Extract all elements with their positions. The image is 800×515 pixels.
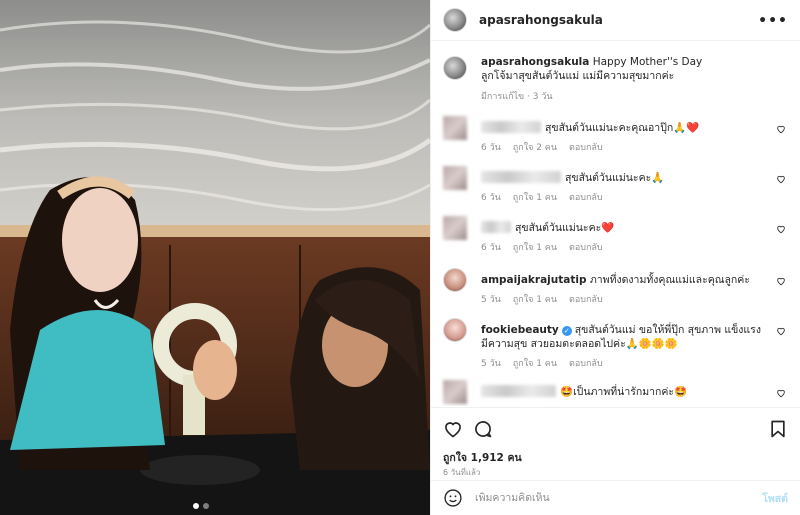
reply-link[interactable]: ตอบกลับ	[569, 292, 603, 306]
post-caption: apasrahongsakula Happy Mother''s Day ลูก…	[431, 42, 800, 104]
reply-link[interactable]: ตอบกลับ	[569, 190, 603, 204]
commenter-avatar[interactable]	[443, 380, 467, 404]
emoji-icon[interactable]	[443, 488, 463, 508]
heart-icon[interactable]	[776, 388, 786, 398]
heart-icon[interactable]	[776, 276, 786, 286]
comments-list[interactable]: apasrahongsakula Happy Mother''s Day ลูก…	[431, 42, 800, 406]
post-photo[interactable]	[0, 0, 430, 515]
caption-username[interactable]: apasrahongsakula	[481, 56, 589, 68]
comment-username[interactable]: fookiebeauty	[481, 324, 559, 336]
caption-line-1: Happy Mother''s Day	[592, 56, 703, 68]
heart-icon[interactable]	[443, 419, 463, 439]
carousel-dot-2[interactable]	[203, 503, 209, 509]
comment-username[interactable]: ampaijakrajutatip	[481, 274, 586, 286]
comment-text: สุขสันต์วันแม่นะคะ🙏	[565, 172, 665, 184]
commenter-avatar[interactable]	[443, 268, 467, 292]
post-actions: ถูกใจ 1,912 คน 6 วันที่แล้ว	[431, 407, 800, 479]
comment-input[interactable]	[475, 492, 745, 504]
comment-text: 🤩เป็นภาพที่น่ารักมากค่ะ🤩	[560, 386, 688, 398]
comment-text: ภาพที่งดงามทั้งคุณแม่และคุณลูกค่ะ	[589, 274, 750, 286]
reply-link[interactable]: ตอบกลับ	[569, 240, 603, 254]
reply-link[interactable]: ตอบกลับ	[569, 356, 603, 370]
more-options-icon[interactable]: •••	[758, 13, 788, 29]
heart-icon[interactable]	[776, 124, 786, 134]
caption-line-2: ลูกโจ้มาสุขสันต์วันแม่ แม่มีความสุขมากค่…	[481, 70, 675, 82]
caption-avatar[interactable]	[443, 56, 467, 80]
comment-likes[interactable]: ถูกใจ 2 คน	[513, 140, 557, 154]
comment-time[interactable]: 6 วัน	[481, 240, 501, 254]
avatar[interactable]	[443, 8, 467, 32]
post-date[interactable]: 6 วันที่แล้ว	[443, 466, 480, 479]
blurred-username	[481, 385, 556, 397]
heart-icon[interactable]	[776, 174, 786, 184]
commenter-avatar[interactable]	[443, 166, 467, 190]
commenter-avatar[interactable]	[443, 116, 467, 140]
header-username[interactable]: apasrahongsakula	[479, 13, 603, 27]
heart-icon[interactable]	[776, 326, 786, 336]
comment-likes[interactable]: ถูกใจ 1 คน	[513, 190, 557, 204]
blurred-username	[481, 221, 511, 233]
post-button[interactable]: โพสต์	[762, 490, 788, 507]
comment-text: สุขสันต์วันแม่นะคะคุณอาปุ๊ก🙏❤️	[545, 122, 700, 134]
comment-time[interactable]: 6 วัน	[481, 190, 501, 204]
verified-badge-icon: ✓	[561, 326, 572, 336]
bookmark-icon[interactable]	[768, 419, 788, 439]
comment-time[interactable]: 5 วัน	[481, 292, 501, 306]
blurred-username	[481, 121, 541, 133]
post-photo-illustration	[0, 0, 430, 515]
blurred-username	[481, 171, 561, 183]
comment-likes[interactable]: ถูกใจ 1 คน	[513, 292, 557, 306]
comment-icon[interactable]	[473, 419, 493, 439]
comment-likes[interactable]: ถูกใจ 1 คน	[513, 240, 557, 254]
caption-meta: มีการแก้ไข · 3 วัน	[481, 92, 553, 102]
heart-icon[interactable]	[776, 224, 786, 234]
carousel-dot-1[interactable]	[193, 503, 199, 509]
carousel-dots[interactable]	[193, 503, 209, 509]
commenter-avatar[interactable]	[443, 216, 467, 240]
post-side-panel: apasrahongsakula ••• apasrahongsakula Ha…	[430, 0, 800, 515]
comment-time[interactable]: 5 วัน	[481, 356, 501, 370]
add-comment-bar: โพสต์	[431, 480, 800, 515]
post-header: apasrahongsakula •••	[431, 0, 800, 41]
likes-count[interactable]: ถูกใจ 1,912 คน	[443, 449, 522, 466]
comment-text: สุขสันต์วันแม่นะคะ❤️	[515, 222, 615, 234]
commenter-avatar[interactable]	[443, 318, 467, 342]
comment-likes[interactable]: ถูกใจ 1 คน	[513, 356, 557, 370]
reply-link[interactable]: ตอบกลับ	[569, 140, 603, 154]
comment-time[interactable]: 6 วัน	[481, 140, 501, 154]
